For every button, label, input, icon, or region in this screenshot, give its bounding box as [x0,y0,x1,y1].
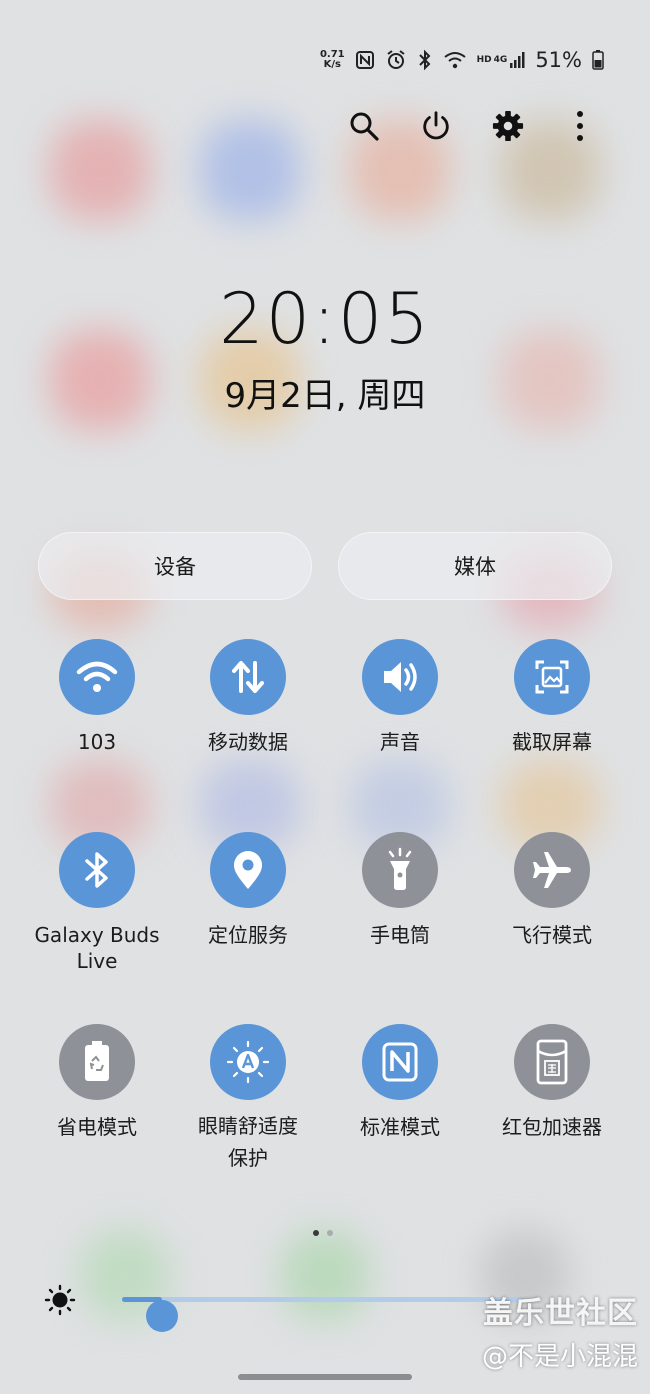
tile-label: 截取屏幕 [512,730,592,754]
flashlight-icon[interactable] [362,832,438,908]
signal-icon: HD 4G [477,51,526,69]
tile-flashlight[interactable]: 手电筒 [324,832,476,948]
gear-icon[interactable] [492,106,524,146]
mobile-data-icon[interactable] [210,639,286,715]
home-indicator[interactable] [238,1374,412,1380]
network-type-label: 4G [493,55,508,65]
clock-time: 20:05 [219,278,431,360]
hd-label: HD [476,55,492,65]
more-vertical-icon[interactable] [564,106,596,146]
tile-wifi[interactable]: 103 [21,639,173,755]
clock-date: 9月2日, 周四 [224,376,426,416]
status-bar: 0.71 K/s HD 4G 51% [320,48,604,72]
tile-label: 省电模式 [57,1115,137,1139]
devices-button[interactable]: 设备 [38,532,312,600]
tile-airplane[interactable]: 飞行模式 [476,832,628,948]
alarm-icon [385,49,407,71]
tile-label: 眼睛舒适度保护 [198,1114,298,1170]
watermark-user: @不是小混混 [481,1342,638,1372]
tile-power-saving[interactable]: 省电模式 [21,1024,173,1140]
power-icon[interactable] [420,106,452,146]
bluetooth-icon[interactable] [59,832,135,908]
tile-label: 飞行模式 [512,923,592,947]
tile-label: 标准模式 [360,1115,440,1139]
brightness-slider[interactable] [122,1297,524,1332]
tile-sound[interactable]: 声音 [324,639,476,755]
power-saving-icon[interactable] [59,1024,135,1100]
battery-icon [592,50,604,70]
network-speed: 0.71 K/s [320,50,345,70]
eye-comfort-icon[interactable] [210,1024,286,1100]
tile-bluetooth[interactable]: Galaxy Buds Live [21,832,173,974]
nfc-icon[interactable] [362,1024,438,1100]
tile-location[interactable]: 定位服务 [172,832,324,948]
media-button[interactable]: 媒体 [338,532,612,600]
airplane-icon[interactable] [514,832,590,908]
watermark-brand: 盖乐世社区 [483,1296,638,1331]
network-speed-unit: K/s [323,59,341,70]
tile-mobile-data[interactable]: 移动数据 [172,639,324,755]
panel-actions [348,106,596,146]
tile-nfc[interactable]: 标准模式 [324,1024,476,1140]
sound-icon[interactable] [362,639,438,715]
tile-label: 手电筒 [370,923,430,947]
page-dot-active [313,1230,319,1236]
sun-icon [44,1284,76,1320]
tile-label: 103 [77,730,117,754]
tile-label: 移动数据 [208,730,288,754]
tile-red-packet[interactable]: 红包加速器 [476,1024,628,1140]
nfc-icon [355,50,375,70]
tile-label: 定位服务 [208,923,288,947]
wifi-icon [443,50,467,70]
tile-label: 声音 [380,730,420,754]
wifi-icon[interactable] [59,639,135,715]
screenshot-icon[interactable] [514,639,590,715]
tile-eye-comfort[interactable]: 眼睛舒适度保护 [172,1024,324,1174]
red-packet-icon[interactable] [514,1024,590,1100]
tile-screenshot[interactable]: 截取屏幕 [476,639,628,755]
location-icon[interactable] [210,832,286,908]
battery-percent: 51% [535,48,582,72]
tile-label: Galaxy Buds Live [34,923,160,973]
watermark: 盖乐世社区 @不是小混混 [482,1288,638,1373]
search-icon[interactable] [348,106,380,146]
page-dot [327,1230,333,1236]
page-indicator [313,1230,333,1236]
tile-label: 红包加速器 [502,1115,602,1139]
bluetooth-icon [417,49,433,71]
brightness-slider-thumb[interactable] [146,1300,179,1332]
